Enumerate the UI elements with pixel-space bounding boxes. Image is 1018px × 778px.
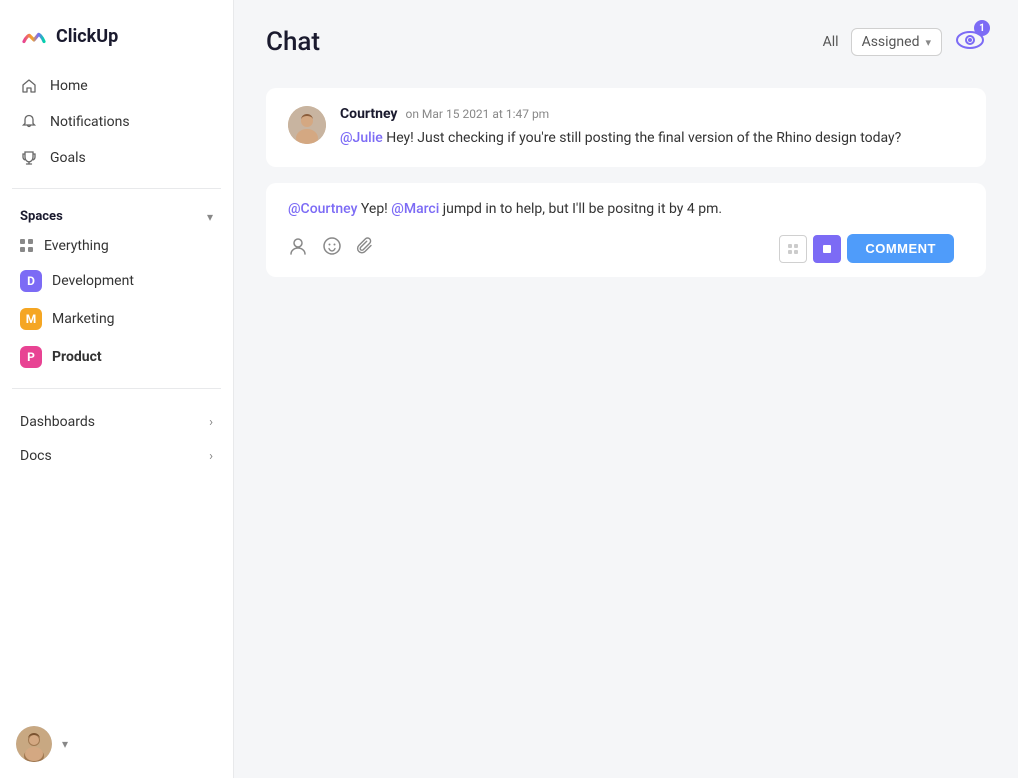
message-1-author: Courtney bbox=[340, 106, 397, 122]
emoji-icon[interactable] bbox=[322, 236, 342, 261]
sidebar-item-goals[interactable]: Goals bbox=[8, 140, 225, 176]
message-1-body: Hey! Just checking if you're still posti… bbox=[383, 130, 902, 146]
sidebar-item-docs[interactable]: Docs › bbox=[8, 439, 225, 473]
sidebar-item-notifications-label: Notifications bbox=[50, 114, 130, 130]
reply-mention1: @Courtney bbox=[288, 201, 357, 217]
format-btn-2[interactable] bbox=[813, 235, 841, 263]
comment-button[interactable]: COMMENT bbox=[847, 234, 954, 263]
user-menu-chevron-icon: ▾ bbox=[62, 737, 68, 751]
logo-area[interactable]: ClickUp bbox=[0, 0, 233, 68]
chat-area-spacer bbox=[266, 293, 986, 301]
message-1-content: Courtney on Mar 15 2021 at 1:47 pm @Juli… bbox=[340, 106, 901, 149]
format-btn-1[interactable] bbox=[779, 235, 807, 263]
space-badge-development: D bbox=[20, 270, 42, 292]
logo-text: ClickUp bbox=[56, 26, 118, 47]
sidebar-item-dashboards[interactable]: Dashboards › bbox=[8, 405, 225, 439]
chat-reply: @Courtney Yep! @Marci jumpd in to help, … bbox=[266, 183, 986, 277]
space-item-development[interactable]: D Development bbox=[8, 262, 225, 300]
dashboards-label: Dashboards bbox=[20, 414, 95, 430]
chat-title: Chat bbox=[266, 27, 799, 57]
space-item-marketing[interactable]: M Marketing bbox=[8, 300, 225, 338]
reply-toolbar-left bbox=[288, 236, 376, 261]
sidebar: ClickUp Home Notifications bbox=[0, 0, 234, 778]
courtney-avatar-img bbox=[288, 106, 326, 144]
assigned-chevron-icon: ▾ bbox=[925, 36, 931, 49]
docs-label: Docs bbox=[20, 448, 52, 464]
attachment-icon[interactable] bbox=[356, 236, 376, 261]
sidebar-item-notifications[interactable]: Notifications bbox=[8, 104, 225, 140]
reply-text2: jumpd in to help, but I'll be positng it… bbox=[439, 201, 722, 217]
grid-icon bbox=[20, 239, 34, 253]
space-badge-marketing: M bbox=[20, 308, 42, 330]
bell-icon bbox=[20, 113, 38, 131]
eye-badge-count: 1 bbox=[974, 20, 990, 36]
spaces-header[interactable]: Spaces ▾ bbox=[0, 201, 233, 230]
courtney-avatar bbox=[288, 106, 326, 144]
chat-message-1: Courtney on Mar 15 2021 at 1:47 pm @Juli… bbox=[266, 88, 986, 167]
chevron-down-icon: ▾ bbox=[207, 210, 213, 224]
person-icon[interactable] bbox=[288, 236, 308, 261]
sidebar-nav: Home Notifications Goals bbox=[0, 68, 233, 176]
sidebar-item-goals-label: Goals bbox=[50, 150, 86, 166]
space-product-label: Product bbox=[52, 349, 102, 365]
dashboards-chevron-icon: › bbox=[209, 415, 213, 430]
trophy-icon bbox=[20, 149, 38, 167]
message-1-timestamp: on Mar 15 2021 at 1:47 pm bbox=[405, 107, 549, 121]
main-area: Chat All Assigned ▾ 1 bbox=[234, 0, 1018, 778]
clickup-logo-icon bbox=[20, 22, 48, 50]
eye-badge-wrapper[interactable]: 1 bbox=[954, 24, 986, 60]
space-item-product[interactable]: P Product bbox=[8, 338, 225, 376]
home-icon bbox=[20, 77, 38, 95]
space-development-label: Development bbox=[52, 273, 134, 289]
reply-text1: Yep! bbox=[357, 201, 391, 217]
reply-toolbar: COMMENT bbox=[288, 234, 964, 263]
sidebar-divider-1 bbox=[12, 188, 221, 189]
reply-toolbar-right: COMMENT bbox=[779, 234, 964, 263]
sidebar-item-home[interactable]: Home bbox=[8, 68, 225, 104]
docs-chevron-icon: › bbox=[209, 449, 213, 464]
sidebar-item-home-label: Home bbox=[50, 78, 88, 94]
message-1-text: @Julie Hey! Just checking if you're stil… bbox=[340, 128, 901, 149]
chat-header-filters: All Assigned ▾ 1 bbox=[823, 24, 986, 60]
sidebar-footer[interactable]: ▾ bbox=[0, 710, 233, 778]
user-avatar bbox=[16, 726, 52, 762]
space-marketing-label: Marketing bbox=[52, 311, 115, 327]
reply-text: @Courtney Yep! @Marci jumpd in to help, … bbox=[288, 199, 964, 220]
filter-assigned-dropdown[interactable]: Assigned ▾ bbox=[851, 28, 942, 56]
space-item-everything[interactable]: Everything bbox=[8, 230, 225, 262]
space-badge-product: P bbox=[20, 346, 42, 368]
sidebar-sections: Dashboards › Docs › bbox=[0, 405, 233, 473]
chat-area: Courtney on Mar 15 2021 at 1:47 pm @Juli… bbox=[234, 76, 1018, 778]
filter-assigned-label: Assigned bbox=[862, 34, 920, 50]
spaces-list: Everything D Development M Marketing P P… bbox=[0, 230, 233, 376]
message-1-header: Courtney on Mar 15 2021 at 1:47 pm bbox=[340, 106, 901, 122]
message-1-mention: @Julie bbox=[340, 130, 383, 146]
space-everything-label: Everything bbox=[44, 238, 109, 254]
reply-mention2: @Marci bbox=[391, 201, 439, 217]
user-avatar-img bbox=[16, 726, 52, 762]
chat-header: Chat All Assigned ▾ 1 bbox=[234, 0, 1018, 76]
filter-all[interactable]: All bbox=[823, 34, 839, 50]
spaces-label: Spaces bbox=[20, 209, 63, 224]
sidebar-divider-2 bbox=[12, 388, 221, 389]
